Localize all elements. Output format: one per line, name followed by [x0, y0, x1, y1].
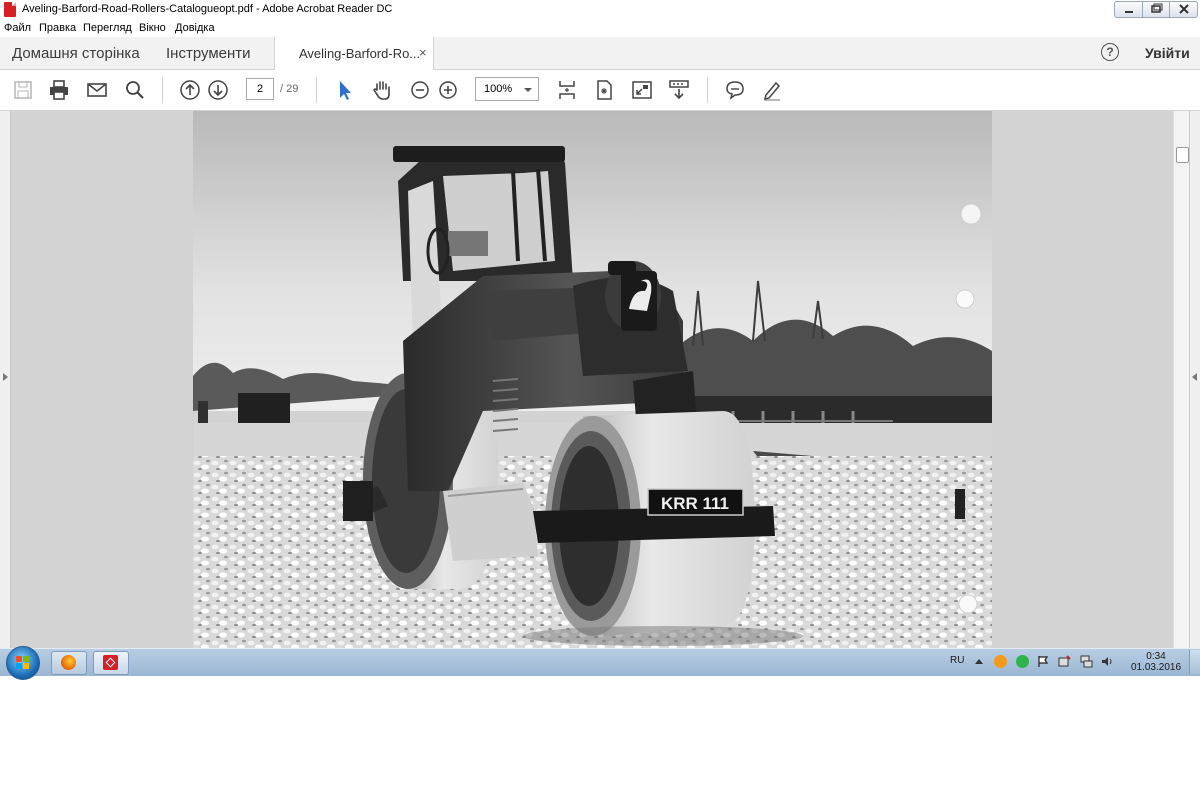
road-roller-photo: KRR 111 [193, 111, 992, 648]
network-icon[interactable] [1080, 655, 1093, 668]
zoom-out-icon[interactable] [409, 79, 431, 101]
close-button[interactable] [1169, 1, 1198, 18]
email-icon[interactable] [86, 79, 108, 101]
tab-tools[interactable]: Інструменти [166, 45, 251, 62]
taskbar-firefox[interactable] [51, 651, 87, 675]
menu-help[interactable]: Довідка [175, 22, 215, 34]
help-icon[interactable]: ? [1101, 43, 1119, 61]
document-area: KRR 111 [0, 111, 1200, 648]
scroll-mode-icon[interactable] [668, 79, 690, 101]
rotate-icon[interactable] [593, 79, 615, 101]
clock-date: 01.03.2016 [1130, 662, 1182, 673]
vertical-scrollbar[interactable] [1173, 111, 1190, 648]
search-icon[interactable] [124, 79, 146, 101]
minimize-icon [1125, 11, 1133, 13]
title-bar: Aveling-Barford-Road-Rollers-Catalogueop… [0, 0, 1200, 21]
tab-bar: Домашня сторінка Інструменти Aveling-Bar… [0, 37, 1200, 70]
chevron-down-icon [524, 88, 532, 92]
menu-window[interactable]: Вікно [139, 22, 166, 34]
left-pane-toggle[interactable] [0, 111, 11, 648]
page-number-input[interactable]: 2 [246, 78, 274, 100]
language-indicator[interactable]: RU [950, 655, 964, 666]
full-screen-icon[interactable] [631, 79, 653, 101]
menu-bar: Файл Правка Перегляд Вікно Довідка [0, 20, 1200, 37]
print-icon[interactable] [48, 79, 70, 101]
sign-in-link[interactable]: Увійти [1145, 45, 1190, 61]
action-center-flag-icon[interactable] [1037, 655, 1050, 668]
minimize-button[interactable] [1114, 1, 1143, 18]
hand-tool-icon[interactable] [371, 79, 393, 101]
menu-edit[interactable]: Правка [39, 22, 76, 34]
tray-mail-icon[interactable] [1016, 655, 1029, 668]
volume-icon[interactable] [1101, 655, 1114, 668]
toolbar-separator [316, 77, 317, 103]
menu-file[interactable]: Файл [4, 22, 31, 34]
acrobat-icon [4, 2, 16, 17]
pdf-page[interactable]: KRR 111 [193, 111, 992, 648]
taskbar: RU 0:34 01.03.2016 [0, 646, 1200, 680]
toolbar-separator [707, 77, 708, 103]
zoom-in-icon[interactable] [437, 79, 459, 101]
toolbar-separator [162, 77, 163, 103]
select-cursor-icon[interactable] [334, 79, 356, 101]
firefox-icon [61, 655, 76, 670]
tab-document[interactable]: Aveling-Barford-Ro... × [274, 37, 434, 70]
show-desktop-button[interactable] [1189, 650, 1200, 674]
license-plate-text: KRR 111 [661, 494, 729, 513]
zoom-value: 100% [484, 83, 513, 95]
close-icon [1179, 4, 1189, 14]
fit-page-icon[interactable] [556, 79, 578, 101]
scrollbar-thumb[interactable] [1176, 147, 1189, 163]
taskbar-acrobat[interactable] [93, 651, 129, 675]
document-tab-label: Aveling-Barford-Ro... [299, 46, 421, 61]
zoom-select[interactable]: 100% [475, 77, 539, 101]
tray-expand-icon[interactable] [975, 659, 983, 664]
maximize-icon [1151, 3, 1163, 13]
tab-home[interactable]: Домашня сторінка [12, 45, 140, 62]
maximize-button[interactable] [1142, 1, 1170, 18]
chevron-right-icon [3, 373, 8, 381]
toolbar: 2 / 29 100% [0, 70, 1200, 111]
tray-device-icon[interactable] [1058, 655, 1071, 668]
chevron-left-icon [1192, 373, 1197, 381]
comment-icon[interactable] [724, 79, 746, 101]
acrobat-reader-icon [103, 655, 118, 670]
prev-page-icon[interactable] [179, 79, 201, 101]
sign-icon[interactable] [761, 79, 783, 101]
window-title: Aveling-Barford-Road-Rollers-Catalogueop… [22, 3, 393, 15]
system-clock[interactable]: 0:34 01.03.2016 [1126, 651, 1186, 673]
page-total: / 29 [280, 83, 299, 95]
clock-time: 0:34 [1146, 651, 1166, 662]
next-page-icon[interactable] [207, 79, 229, 101]
menu-view[interactable]: Перегляд [83, 22, 132, 34]
save-icon[interactable] [12, 79, 34, 101]
start-button[interactable] [6, 646, 40, 680]
right-pane-toggle[interactable] [1189, 111, 1200, 648]
tray-app-icon[interactable] [994, 655, 1007, 668]
tab-close-icon[interactable]: × [419, 45, 427, 60]
